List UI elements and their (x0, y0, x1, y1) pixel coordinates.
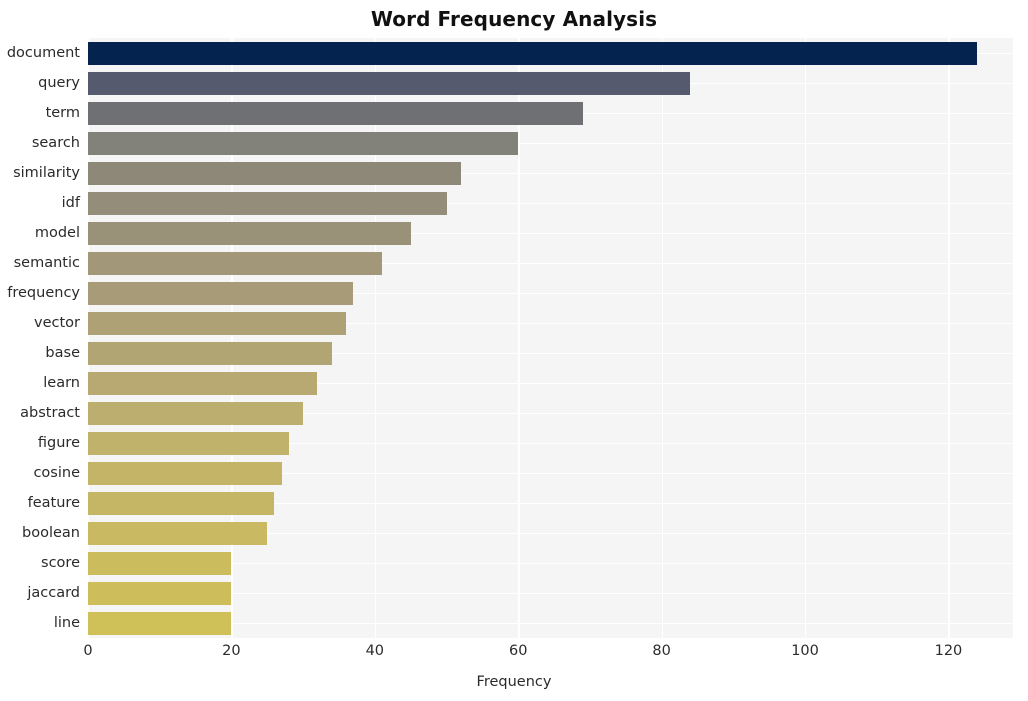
bar-term[interactable] (88, 101, 583, 125)
y-axis-tick-labels: document query term search similarity idf mode… (0, 38, 80, 638)
x-tick-80: 80 (652, 643, 671, 659)
x-tick-20: 20 (222, 643, 241, 659)
y-tick-idf: idf (61, 195, 80, 211)
y-tick-vector: vector (34, 315, 80, 331)
bar-query[interactable] (88, 71, 691, 95)
bar-search[interactable] (88, 131, 519, 155)
vertical-gridline (518, 38, 520, 638)
vertical-gridline (231, 38, 233, 638)
bar-line[interactable] (88, 611, 232, 635)
y-tick-abstract: abstract (20, 405, 80, 421)
y-tick-query: query (38, 75, 80, 91)
y-tick-cosine: cosine (33, 465, 80, 481)
vertical-gridline (805, 38, 807, 638)
bar-document[interactable] (88, 41, 978, 65)
y-tick-score: score (41, 555, 80, 571)
x-axis-tick-labels: 0 20 40 60 80 100 120 (0, 643, 1028, 667)
x-tick-0: 0 (83, 643, 93, 659)
y-tick-term: term (45, 105, 80, 121)
bar-learn[interactable] (88, 371, 318, 395)
y-tick-frequency: frequency (7, 285, 80, 301)
bar-feature[interactable] (88, 491, 275, 515)
bar-jaccard[interactable] (88, 581, 232, 605)
vertical-gridline (88, 38, 90, 638)
y-tick-model: model (34, 225, 80, 241)
bar-model[interactable] (88, 221, 411, 245)
y-tick-base: base (45, 345, 80, 361)
plot-area (88, 38, 1013, 638)
y-tick-learn: learn (43, 375, 80, 391)
y-tick-semantic: semantic (13, 255, 80, 271)
x-tick-120: 120 (934, 643, 963, 659)
y-tick-jaccard: jaccard (27, 585, 80, 601)
bar-figure[interactable] (88, 431, 289, 455)
x-axis-label: Frequency (476, 674, 552, 690)
word-frequency-chart-figure: Word Frequency Analysis document query ter… (0, 0, 1028, 701)
bar-similarity[interactable] (88, 161, 461, 185)
bar-abstract[interactable] (88, 401, 304, 425)
bar-semantic[interactable] (88, 251, 382, 275)
bar-frequency[interactable] (88, 281, 354, 305)
x-tick-100: 100 (791, 643, 819, 659)
y-tick-document: document (6, 45, 80, 61)
y-tick-similarity: similarity (13, 165, 80, 181)
bar-vector[interactable] (88, 311, 347, 335)
vertical-gridline (374, 38, 377, 638)
chart-title: Word Frequency Analysis (370, 7, 658, 31)
y-tick-boolean: boolean (22, 525, 80, 541)
y-tick-search: search (31, 135, 80, 151)
vertical-gridline (948, 38, 950, 638)
x-tick-60: 60 (508, 643, 528, 659)
vertical-gridline (661, 38, 664, 638)
bar-boolean[interactable] (88, 521, 268, 545)
y-tick-line: line (53, 615, 80, 631)
bar-idf[interactable] (88, 191, 447, 215)
x-tick-40: 40 (365, 643, 385, 659)
bar-cosine[interactable] (88, 461, 282, 485)
y-tick-figure: figure (37, 435, 80, 451)
bar-base[interactable] (88, 341, 332, 365)
bar-score[interactable] (88, 551, 232, 575)
y-tick-feature: feature (27, 495, 80, 511)
